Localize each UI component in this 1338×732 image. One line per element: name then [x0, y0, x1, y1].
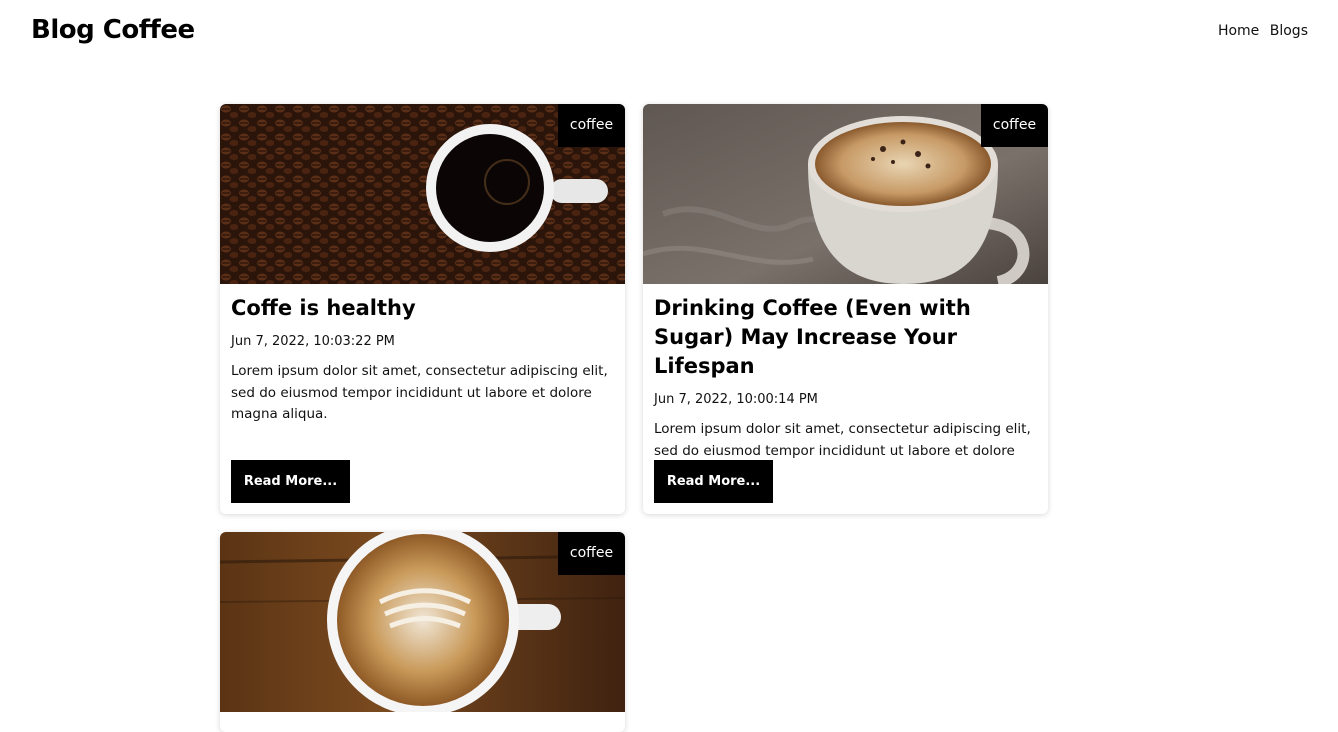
- post-tag[interactable]: coffee: [981, 104, 1048, 147]
- nav-home-link[interactable]: Home: [1218, 23, 1259, 39]
- post-date: Jun 7, 2022, 10:00:14 PM: [654, 392, 818, 407]
- blog-card: coffee: [220, 532, 625, 732]
- site-header: Blog Coffee Home Blogs: [0, 0, 1338, 70]
- post-excerpt: Lorem ipsum dolor sit amet, consectetur …: [231, 363, 608, 422]
- blog-card: coffee Coffe is healthy Jun 7, 2022, 10:…: [220, 104, 625, 514]
- read-more-button[interactable]: Read More...: [231, 460, 350, 503]
- post-image-cappuccino-cup[interactable]: coffee: [643, 104, 1048, 284]
- post-image-latte-art[interactable]: coffee: [220, 532, 625, 712]
- post-title[interactable]: Drinking Coffee (Even with Sugar) May In…: [654, 294, 1037, 381]
- nav-blogs-link[interactable]: Blogs: [1270, 23, 1308, 39]
- post-tag[interactable]: coffee: [558, 104, 625, 147]
- post-image-coffee-beans-cup[interactable]: coffee: [220, 104, 625, 284]
- post-tag[interactable]: coffee: [558, 532, 625, 575]
- blog-card: coffee Drinking Coffee (Even with Sugar)…: [643, 104, 1048, 514]
- post-title[interactable]: Coffe is healthy: [231, 294, 614, 323]
- post-date: Jun 7, 2022, 10:03:22 PM: [231, 334, 395, 349]
- site-logo[interactable]: Blog Coffee: [31, 15, 195, 45]
- main-nav: Home Blogs: [1212, 23, 1308, 39]
- read-more-button[interactable]: Read More...: [654, 460, 773, 503]
